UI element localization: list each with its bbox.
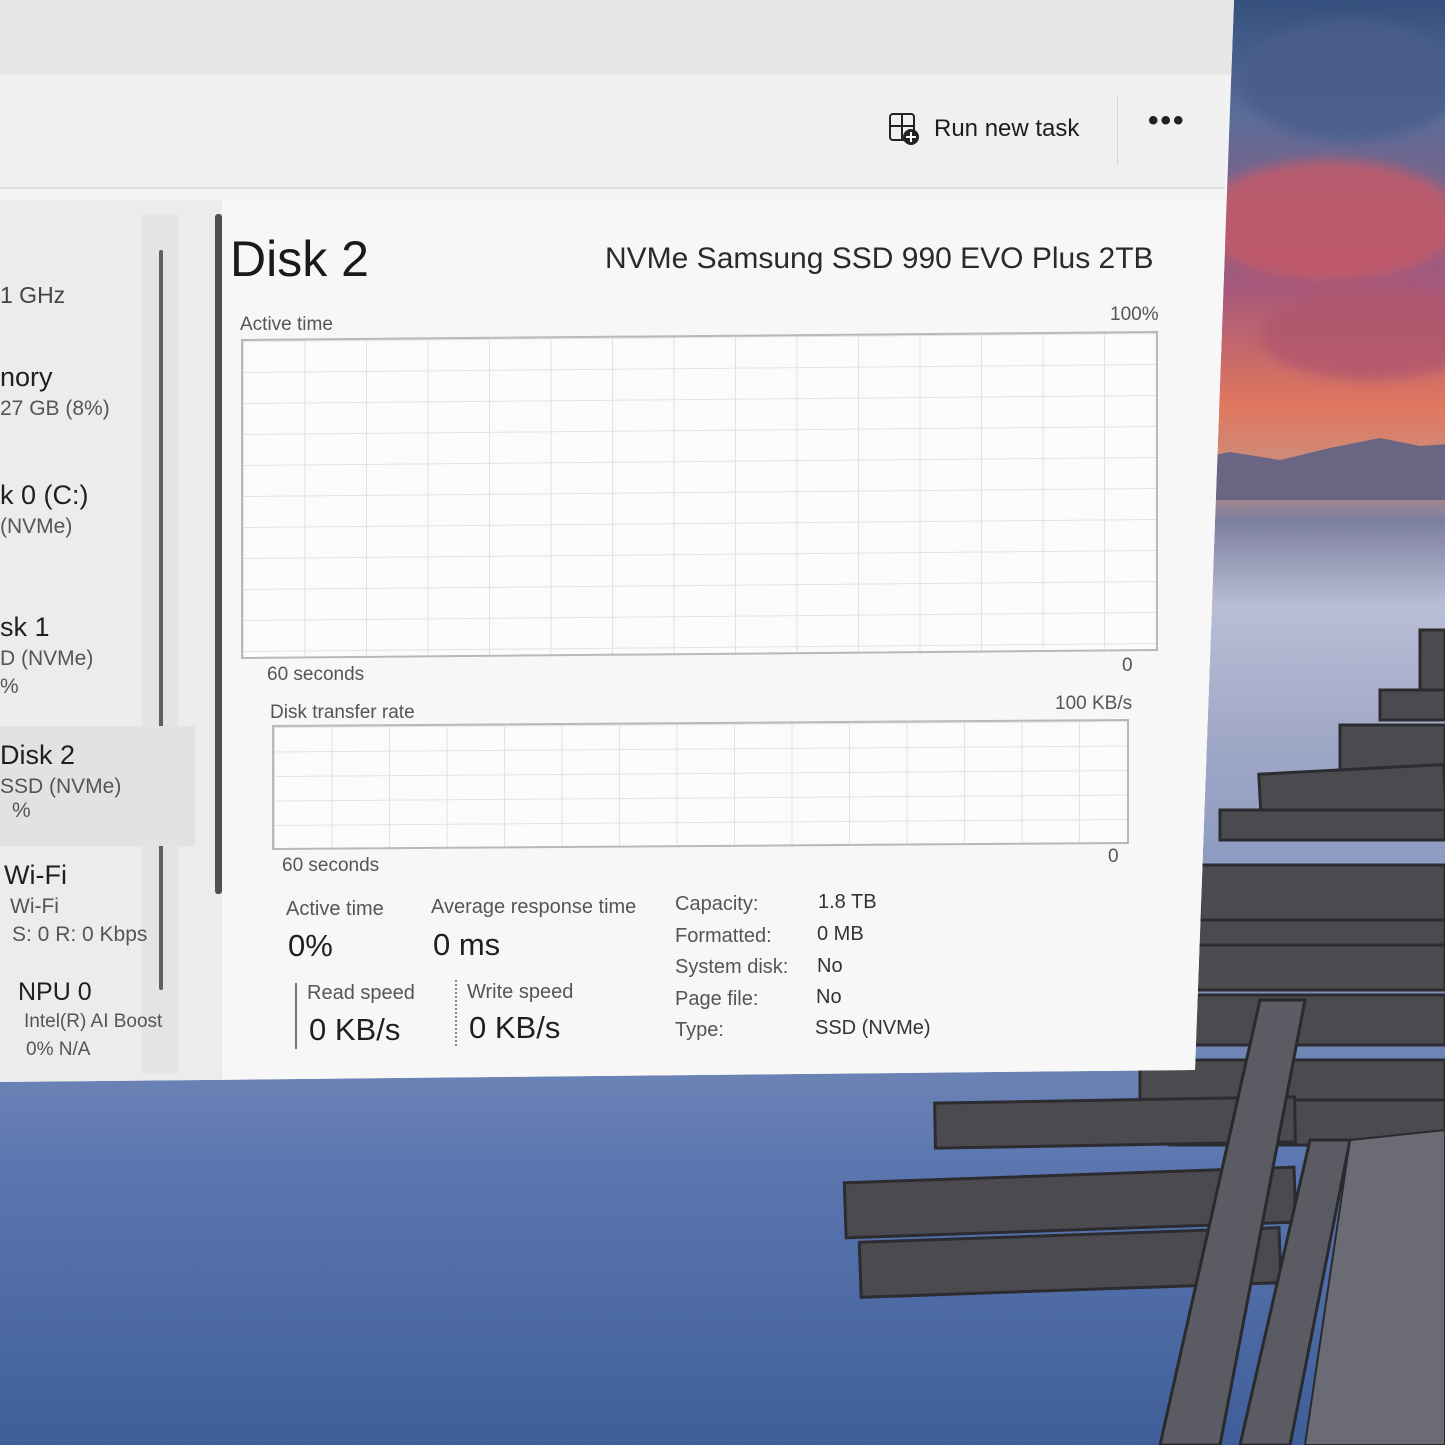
wallpaper-cloud — [1260, 290, 1445, 380]
active-time-value: 0% — [288, 928, 333, 963]
page-file-label: Page file: — [675, 988, 759, 1010]
page-title: Disk 2 — [230, 231, 369, 287]
read-speed-value: 0 KB/s — [309, 1012, 401, 1047]
sidebar-item-wifi[interactable]: Wi-Fi Wi-Fi S: 0 R: 0 Kbps — [4, 860, 199, 947]
system-disk-value: No — [817, 955, 843, 977]
sidebar-item-sub: 27 GB (8%) — [0, 397, 110, 420]
sidebar-item-npu[interactable]: NPU 0 Intel(R) AI Boost 0% N/A — [18, 978, 213, 1061]
type-value: SSD (NVMe) — [815, 1017, 931, 1039]
sidebar-item-usage: S: 0 R: 0 Kbps — [12, 923, 148, 946]
sidebar-item-name: k 0 (C:) — [0, 480, 89, 510]
sidebar-item-disk-1[interactable]: sk 1 D (NVMe) % — [0, 612, 195, 699]
graph2-label: Disk transfer rate — [270, 702, 415, 723]
read-speed-indicator — [295, 983, 297, 1049]
graph1-time: 60 seconds — [267, 664, 365, 685]
sidebar-item-sub: SSD (NVMe) — [0, 775, 122, 798]
run-task-icon — [889, 113, 919, 145]
graph1-label: Active time — [240, 314, 333, 335]
active-time-label: Active time — [286, 898, 384, 920]
sidebar-item-sub: 1 GHz — [0, 282, 66, 308]
formatted-label: Formatted: — [675, 925, 772, 947]
read-speed-label: Read speed — [307, 982, 415, 1004]
graph1-min: 0 — [1122, 655, 1133, 676]
sidebar-item-name: nory — [0, 362, 53, 392]
write-speed-value: 0 KB/s — [469, 1010, 561, 1045]
sidebar-item-usage: % — [0, 675, 19, 698]
wallpaper-cloud — [1200, 160, 1445, 280]
write-speed-label: Write speed — [467, 981, 574, 1003]
sidebar-item-sub: (NVMe) — [0, 515, 73, 538]
sidebar-item-disk-2[interactable]: Disk 2 SSD (NVMe) % — [0, 726, 195, 846]
system-disk-label: System disk: — [675, 956, 789, 978]
formatted-value: 0 MB — [817, 923, 864, 945]
wallpaper-cloud — [1240, 20, 1445, 140]
sidebar-item-cpu[interactable]: 1 GHz — [0, 278, 195, 309]
task-manager-window: Run new task ••• 1 GHz nory 27 GB (8%) k… — [0, 0, 1234, 1082]
sidebar-item-sub: Intel(R) AI Boost — [24, 1011, 163, 1032]
page-file-value: No — [816, 986, 842, 1008]
toolbar-divider — [1117, 95, 1118, 165]
capacity-label: Capacity: — [675, 893, 759, 915]
active-time-graph — [241, 330, 1158, 660]
avg-response-value: 0 ms — [433, 927, 501, 962]
sidebar-item-sub: Wi-Fi — [10, 895, 59, 918]
sidebar-item-name: NPU 0 — [18, 978, 92, 1006]
sidebar-item-disk-0[interactable]: k 0 (C:) (NVMe) — [0, 480, 195, 539]
sidebar-item-name: Wi-Fi — [4, 860, 67, 890]
type-label: Type: — [675, 1019, 724, 1041]
graph1-max: 100% — [1110, 304, 1159, 325]
sidebar-edge-scrollbar[interactable] — [215, 214, 222, 894]
run-new-task-label: Run new task — [934, 115, 1080, 142]
write-speed-indicator — [455, 980, 457, 1046]
title-bar — [0, 0, 1234, 75]
transfer-rate-graph — [272, 719, 1129, 850]
sidebar-item-sub: D (NVMe) — [0, 647, 94, 670]
graph2-min: 0 — [1108, 846, 1119, 867]
disk-model: NVMe Samsung SSD 990 EVO Plus 2TB — [605, 242, 1154, 275]
sidebar-item-name: Disk 2 — [0, 740, 76, 770]
avg-response-label: Average response time — [431, 896, 637, 918]
sidebar-item-usage: 0% N/A — [26, 1039, 91, 1060]
graph2-time: 60 seconds — [282, 855, 380, 876]
run-new-task-button[interactable]: Run new task — [888, 112, 1079, 146]
sidebar-item-name: sk 1 — [0, 612, 50, 642]
graph2-max: 100 KB/s — [1055, 693, 1133, 714]
capacity-value: 1.8 TB — [818, 891, 877, 913]
sidebar-item-memory[interactable]: nory 27 GB (8%) — [0, 362, 195, 421]
wallpaper-mountains — [1190, 438, 1445, 500]
more-options-icon[interactable]: ••• — [1148, 104, 1186, 138]
sidebar-item-usage: % — [12, 799, 31, 822]
